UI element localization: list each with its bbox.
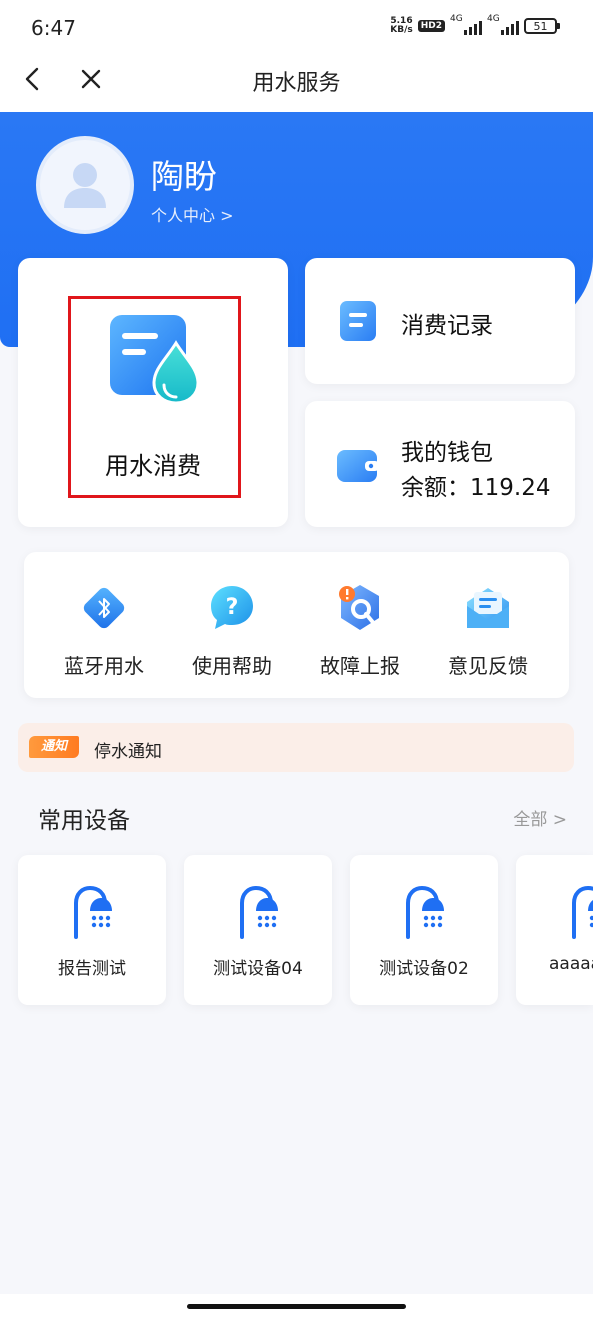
help-icon: ? xyxy=(211,586,253,629)
notice-badge: 通知 xyxy=(29,736,79,758)
wallet-card[interactable]: 我的钱包 余额：119.24 xyxy=(305,401,575,527)
signal-icon: 4G xyxy=(450,14,482,35)
shower-icon xyxy=(572,885,593,939)
status-bar: 6:47 5.16 KB/s HD2 4G 4G 51 xyxy=(0,0,593,56)
shower-icon xyxy=(240,885,278,939)
personal-center-link[interactable]: 个人中心 > xyxy=(151,202,234,226)
notice-bar[interactable]: 通知 停水通知 xyxy=(18,723,574,772)
user-icon xyxy=(64,163,106,208)
device-card[interactable]: 测试设备04 xyxy=(184,855,332,1005)
consumption-record-card[interactable]: 消费记录 xyxy=(305,258,575,384)
bluetooth-icon xyxy=(83,587,125,629)
water-consumption-label: 用水消费 xyxy=(105,452,201,480)
notice-text: 停水通知 xyxy=(94,742,162,762)
svg-text:?: ? xyxy=(226,595,239,620)
wallet-label: 我的钱包 xyxy=(401,440,493,466)
hd-badge: HD2 xyxy=(417,20,445,32)
view-all-link[interactable]: 全部 > xyxy=(513,805,567,830)
water-consumption-card[interactable]: 用水消费 xyxy=(18,258,288,527)
quick-fault-report[interactable]: 故障上报 xyxy=(296,582,424,679)
status-time: 6:47 xyxy=(31,16,76,40)
water-bill-icon xyxy=(110,315,200,405)
device-card[interactable]: 测试设备02 xyxy=(350,855,498,1005)
nav-bar: 用水服务 xyxy=(0,56,593,112)
quick-help[interactable]: ? 使用帮助 xyxy=(168,582,296,679)
shower-icon xyxy=(406,885,444,939)
feedback-icon xyxy=(467,588,509,628)
device-label: 测试设备02 xyxy=(379,959,469,979)
device-label: 测试设备04 xyxy=(213,959,303,979)
consumption-record-label: 消费记录 xyxy=(401,313,493,339)
quick-actions: 蓝牙用水 ? 使用帮助 故障上报 意见反馈 xyxy=(24,552,569,698)
avatar[interactable] xyxy=(36,136,134,234)
device-label: 报告测试 xyxy=(58,959,126,979)
user-name: 陶盼 xyxy=(151,157,217,196)
device-label: aaaaa xyxy=(549,954,593,974)
battery-icon: 51 xyxy=(524,18,560,34)
page-title: 用水服务 xyxy=(252,71,341,96)
home-indicator[interactable] xyxy=(187,1304,406,1309)
device-card[interactable]: aaaaa xyxy=(516,855,593,1005)
net-speed: 5.16 KB/s xyxy=(390,16,413,35)
quick-bluetooth-water[interactable]: 蓝牙用水 xyxy=(40,582,168,679)
record-icon xyxy=(340,301,376,341)
signal-icon-2: 4G xyxy=(487,14,519,35)
status-icons: 5.16 KB/s HD2 4G 4G 51 xyxy=(390,14,560,35)
quick-feedback[interactable]: 意见反馈 xyxy=(424,582,552,679)
wallet-icon xyxy=(337,450,379,482)
wallet-balance: 余额：119.24 xyxy=(401,475,551,501)
shower-icon xyxy=(74,885,112,939)
fault-report-icon xyxy=(339,585,379,630)
device-card[interactable]: 报告测试 xyxy=(18,855,166,1005)
section-title: 常用设备 xyxy=(38,808,130,834)
